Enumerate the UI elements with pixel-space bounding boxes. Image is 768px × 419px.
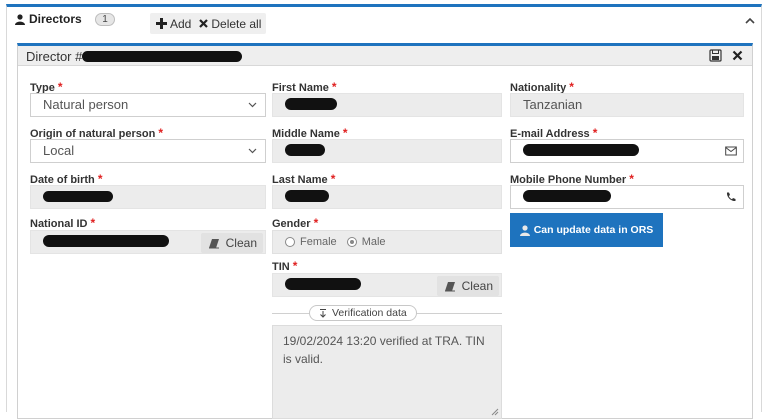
redacted-director-id: [82, 51, 243, 62]
required-marker: *: [57, 80, 63, 94]
required-marker: *: [313, 216, 319, 230]
origin-select-value: Local: [43, 143, 75, 158]
required-marker: *: [342, 126, 348, 140]
origin-select[interactable]: Local: [30, 139, 266, 163]
nationality-field[interactable]: Tanzanian: [510, 93, 744, 117]
directors-title-text: Directors: [29, 12, 82, 26]
redacted-middle-name: [285, 144, 325, 156]
last-name-field[interactable]: [272, 185, 502, 209]
verification-text: 19/02/2024 13:20 verified at TRA. TIN is…: [283, 334, 485, 366]
date-of-birth-label: Date of birth *: [30, 172, 103, 186]
tin-label: TIN *: [272, 259, 297, 273]
delete-all-button-label: Delete all: [211, 16, 262, 31]
chevron-down-icon: [248, 102, 257, 108]
radio-circle: [285, 237, 295, 247]
can-update-ors-button[interactable]: Can update data in ORS: [510, 213, 663, 247]
national-id-clean-label: Clean: [225, 236, 257, 250]
eraser-icon: [208, 238, 219, 248]
redacted-last-name: [285, 190, 329, 202]
user-icon: [519, 224, 530, 236]
origin-label: Origin of natural person *: [30, 126, 163, 140]
directors-panel: Directors 1 Add Delete all Director # Ty…: [6, 4, 762, 419]
nationality-label: Nationality *: [510, 80, 574, 94]
redacted-national-id: [43, 235, 169, 247]
save-icon[interactable]: [709, 49, 722, 62]
director-title: Director #: [26, 49, 243, 64]
envelope-icon: [725, 146, 737, 156]
x-icon: [199, 19, 209, 28]
redacted-mobile-phone: [523, 190, 611, 202]
add-button[interactable]: Add: [156, 17, 191, 31]
gender-option-male-label: Male: [361, 236, 386, 248]
first-name-field[interactable]: [272, 93, 502, 117]
gender-option-male[interactable]: Male: [346, 236, 386, 248]
required-marker: *: [97, 172, 103, 186]
nationality-value: Tanzanian: [523, 97, 583, 112]
chevron-up-icon[interactable]: [743, 14, 757, 28]
can-update-ors-label: Can update data in ORS: [533, 224, 654, 236]
middle-name-label: Middle Name *: [272, 126, 348, 140]
national-id-label-text: National ID: [30, 218, 88, 230]
tin-clean-button[interactable]: Clean: [436, 276, 499, 296]
radio-circle-selected: [346, 237, 357, 247]
required-marker: *: [629, 172, 634, 186]
gender-option-female[interactable]: Female: [285, 236, 337, 248]
delete-all-button[interactable]: Delete all: [199, 17, 261, 31]
verification-data-label: Verification data: [332, 307, 407, 319]
email-label: E-mail Address *: [510, 126, 597, 140]
tin-label-text: TIN: [272, 261, 290, 273]
email-field[interactable]: [510, 139, 744, 163]
required-marker: *: [592, 126, 598, 140]
redacted-first-name: [285, 98, 337, 110]
required-marker: *: [331, 80, 337, 94]
phone-icon: [726, 192, 736, 202]
gender-option-female-label: Female: [300, 236, 337, 248]
national-id-clean-button[interactable]: Clean: [200, 233, 263, 253]
required-marker: *: [158, 126, 164, 140]
type-label: Type *: [30, 80, 63, 94]
gender-label: Gender *: [272, 216, 318, 230]
plus-icon: [156, 18, 167, 29]
gender-label-text: Gender: [272, 218, 311, 230]
redacted-email: [523, 144, 639, 156]
required-marker: *: [292, 259, 298, 273]
national-id-field[interactable]: Clean: [30, 230, 266, 254]
director-title-prefix: Director #: [26, 49, 83, 64]
gender-radio-group: Female Male: [272, 230, 502, 254]
tin-field[interactable]: Clean: [272, 273, 502, 297]
middle-name-field[interactable]: [272, 139, 502, 163]
chevron-down-icon: [248, 148, 257, 154]
last-name-label: Last Name *: [272, 172, 335, 186]
required-marker: *: [330, 172, 336, 186]
verification-data-toggle[interactable]: Verification data: [309, 305, 417, 321]
director-card: Director # Type * Natural person Origin …: [17, 43, 753, 419]
redacted-date-of-birth: [43, 191, 113, 202]
directors-count-badge: 1: [95, 13, 115, 26]
date-of-birth-field[interactable]: [30, 185, 266, 209]
mobile-phone-field[interactable]: [510, 185, 744, 209]
national-id-label: National ID *: [30, 216, 95, 230]
director-card-header: Director #: [18, 46, 752, 66]
required-marker: *: [90, 216, 96, 230]
mobile-label: Mobile Phone Number *: [510, 172, 634, 186]
resize-handle-icon[interactable]: [491, 408, 499, 416]
directors-title: Directors: [15, 12, 82, 26]
type-select-value: Natural person: [43, 97, 129, 112]
directors-header: Directors 1 Add Delete all: [7, 7, 761, 35]
directors-toolbar: Add Delete all: [150, 13, 266, 34]
user-icon: [15, 13, 25, 25]
add-button-label: Add: [170, 16, 192, 31]
verification-textarea[interactable]: 19/02/2024 13:20 verified at TRA. TIN is…: [272, 325, 502, 419]
required-marker: *: [569, 80, 574, 94]
close-icon[interactable]: [731, 49, 744, 62]
redacted-tin: [285, 278, 361, 290]
tin-clean-label: Clean: [461, 279, 493, 293]
eraser-icon: [444, 281, 455, 291]
arrow-down-icon: [320, 308, 326, 318]
first-name-label: First Name *: [272, 80, 337, 94]
type-select[interactable]: Natural person: [30, 93, 266, 117]
